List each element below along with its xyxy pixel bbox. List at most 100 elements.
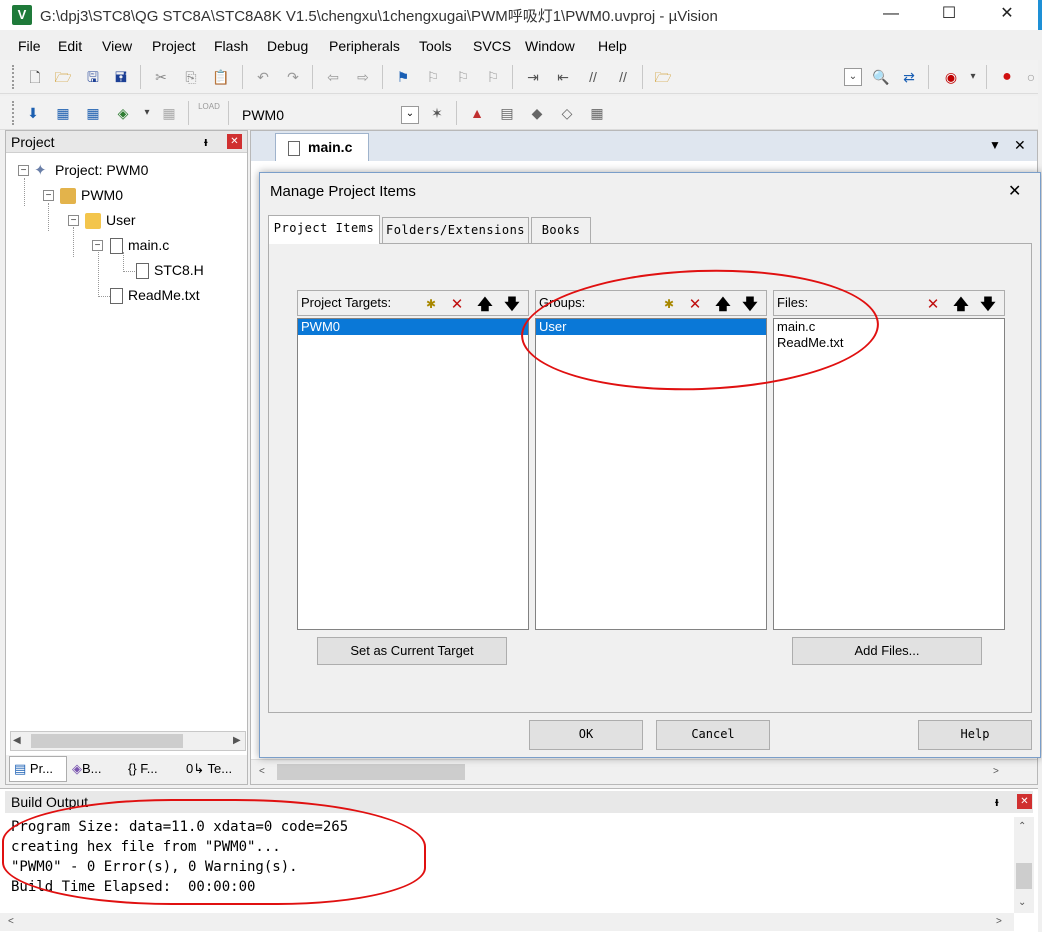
debug-session-icon[interactable]: ◉ [940, 66, 962, 88]
targets-list[interactable]: PWM0 [297, 318, 529, 630]
stop-build-icon[interactable]: ▦ [158, 102, 180, 124]
build-vscrollbar[interactable]: ⌃ ⌄ [1014, 817, 1034, 913]
tree-project-root[interactable]: ✦ Project: PWM0 [34, 158, 148, 182]
menu-file[interactable]: File [18, 38, 41, 54]
unindent-icon[interactable]: ⇤ [552, 66, 574, 88]
collapse-group-icon[interactable]: − [68, 215, 79, 226]
target-select[interactable]: PWM0 ⌄ [238, 103, 420, 125]
pack-installer-icon[interactable]: ◇ [556, 102, 578, 124]
breakpoint-icon[interactable]: ● [996, 66, 1018, 88]
move-target-up-icon[interactable]: 🡅 [474, 293, 496, 314]
uncomment-icon[interactable]: // [612, 66, 634, 88]
paste-icon[interactable]: 📋 [210, 66, 232, 88]
navigate-forward-icon[interactable]: ⇨ [352, 66, 374, 88]
tree-target[interactable]: PWM0 [60, 183, 123, 207]
select-packs-icon[interactable]: ▤ [496, 102, 518, 124]
scroll-right-icon[interactable]: > [993, 766, 999, 777]
clear-bookmarks-icon[interactable]: ⚐ [482, 66, 504, 88]
build-icon[interactable]: ▦ [52, 102, 74, 124]
scroll-right-icon[interactable]: > [996, 916, 1002, 927]
comment-icon[interactable]: // [582, 66, 604, 88]
tab-project-items[interactable]: Project Items [268, 215, 380, 244]
menu-project[interactable]: Project [152, 38, 196, 54]
scroll-down-icon[interactable]: ⌄ [1018, 897, 1026, 908]
bookmark-icon[interactable]: ⚑ [392, 66, 414, 88]
undo-icon[interactable]: ↶ [252, 66, 274, 88]
toolbar-grip[interactable] [12, 101, 16, 125]
open-file-icon[interactable]: 🗁 [52, 66, 74, 88]
prev-bookmark-icon[interactable]: ⚐ [422, 66, 444, 88]
save-all-icon[interactable]: 🖬 [110, 66, 132, 88]
tab-books[interactable]: Books [531, 217, 591, 243]
navigate-back-icon[interactable]: ⇦ [322, 66, 344, 88]
tab-functions[interactable]: {} F... [128, 759, 184, 781]
tree-file-main[interactable]: main.c [110, 233, 169, 257]
move-file-up-icon[interactable]: 🡅 [950, 293, 972, 314]
batch-build-icon[interactable]: ◈ [112, 102, 134, 124]
menu-peripherals[interactable]: Peripherals [329, 38, 400, 54]
add-files-button[interactable]: Add Files... [792, 637, 982, 665]
device-database-icon[interactable]: ▦ [586, 102, 608, 124]
menu-debug[interactable]: Debug [267, 38, 308, 54]
scroll-thumb[interactable] [31, 734, 183, 748]
tab-project[interactable]: ▤ Pr... [9, 756, 67, 782]
menu-edit[interactable]: Edit [58, 38, 82, 54]
maximize-button[interactable]: ☐ [920, 0, 978, 30]
next-bookmark-icon[interactable]: ⚐ [452, 66, 474, 88]
project-hscrollbar[interactable]: ◀ ▶ [10, 731, 246, 751]
find-in-files-icon[interactable]: 🗁 [652, 66, 674, 88]
move-target-down-icon[interactable]: 🡇 [501, 293, 523, 314]
cancel-button[interactable]: Cancel [656, 720, 770, 750]
load-download-icon[interactable]: LOAD [198, 102, 220, 124]
menu-flash[interactable]: Flash [214, 38, 248, 54]
chevron-down-icon[interactable]: ⌄ [401, 106, 419, 124]
tree-file-header[interactable]: STC8.H [136, 258, 204, 282]
redo-icon[interactable]: ↷ [282, 66, 304, 88]
translate-icon[interactable]: ⬇ [22, 102, 44, 124]
editor-hscrollbar[interactable]: < > [251, 759, 1037, 784]
menu-tools[interactable]: Tools [419, 38, 452, 54]
tab-books[interactable]: ◈B... [70, 759, 126, 781]
tree-file-readme[interactable]: ReadMe.txt [110, 283, 200, 307]
toolbar-grip[interactable] [12, 65, 16, 89]
scroll-left-icon[interactable]: < [8, 916, 14, 927]
new-file-icon[interactable]: 🗋 [24, 66, 46, 88]
target-item[interactable]: PWM0 [298, 319, 528, 335]
rebuild-icon[interactable]: ▦ [82, 102, 104, 124]
menu-window[interactable]: Window [525, 38, 575, 54]
collapse-target-icon[interactable]: − [43, 190, 54, 201]
manage-project-items-icon[interactable]: ▲ [466, 102, 488, 124]
tree-group-user[interactable]: User [85, 208, 136, 232]
delete-target-icon[interactable]: ✕ [446, 293, 468, 314]
new-target-icon[interactable]: ✱ [420, 293, 442, 314]
incremental-find-icon[interactable]: ⇄ [898, 66, 920, 88]
collapse-root-icon[interactable]: − [18, 165, 29, 176]
delete-file-icon[interactable]: ✕ [922, 293, 944, 314]
pin-icon[interactable]: ᵻ [995, 794, 999, 809]
find-icon[interactable]: 🔍 [870, 66, 892, 88]
tab-templates[interactable]: 0↳ Te... [186, 759, 246, 781]
tab-main-c[interactable]: main.c [275, 133, 369, 161]
set-current-target-button[interactable]: Set as Current Target [317, 637, 507, 665]
dialog-close-icon[interactable]: ✕ [1008, 181, 1021, 201]
scroll-right-icon[interactable]: ▶ [233, 735, 241, 746]
minimize-button[interactable]: — [862, 0, 920, 30]
menu-svcs[interactable]: SVCS [473, 38, 511, 54]
find-combo-dropdown[interactable]: ⌄ [844, 68, 862, 86]
tab-list-dropdown-icon[interactable]: ▼ [989, 138, 1001, 152]
scroll-up-icon[interactable]: ⌃ [1018, 821, 1026, 832]
close-pane-icon[interactable]: ✕ [1017, 794, 1032, 809]
menu-help[interactable]: Help [598, 38, 627, 54]
pin-icon[interactable]: ᵻ [204, 134, 208, 149]
cut-icon[interactable]: ✂ [150, 66, 172, 88]
menu-view[interactable]: View [102, 38, 132, 54]
more-toolbar-icon[interactable]: ○ [1020, 66, 1042, 88]
collapse-file-icon[interactable]: − [92, 240, 103, 251]
help-button[interactable]: Help [918, 720, 1032, 750]
scroll-left-icon[interactable]: ◀ [13, 735, 21, 746]
scroll-left-icon[interactable]: < [259, 766, 265, 777]
close-tab-icon[interactable]: ✕ [1014, 137, 1026, 154]
move-file-down-icon[interactable]: 🡇 [977, 293, 999, 314]
debug-dropdown-icon[interactable]: ▾ [962, 66, 984, 88]
indent-icon[interactable]: ⇥ [522, 66, 544, 88]
